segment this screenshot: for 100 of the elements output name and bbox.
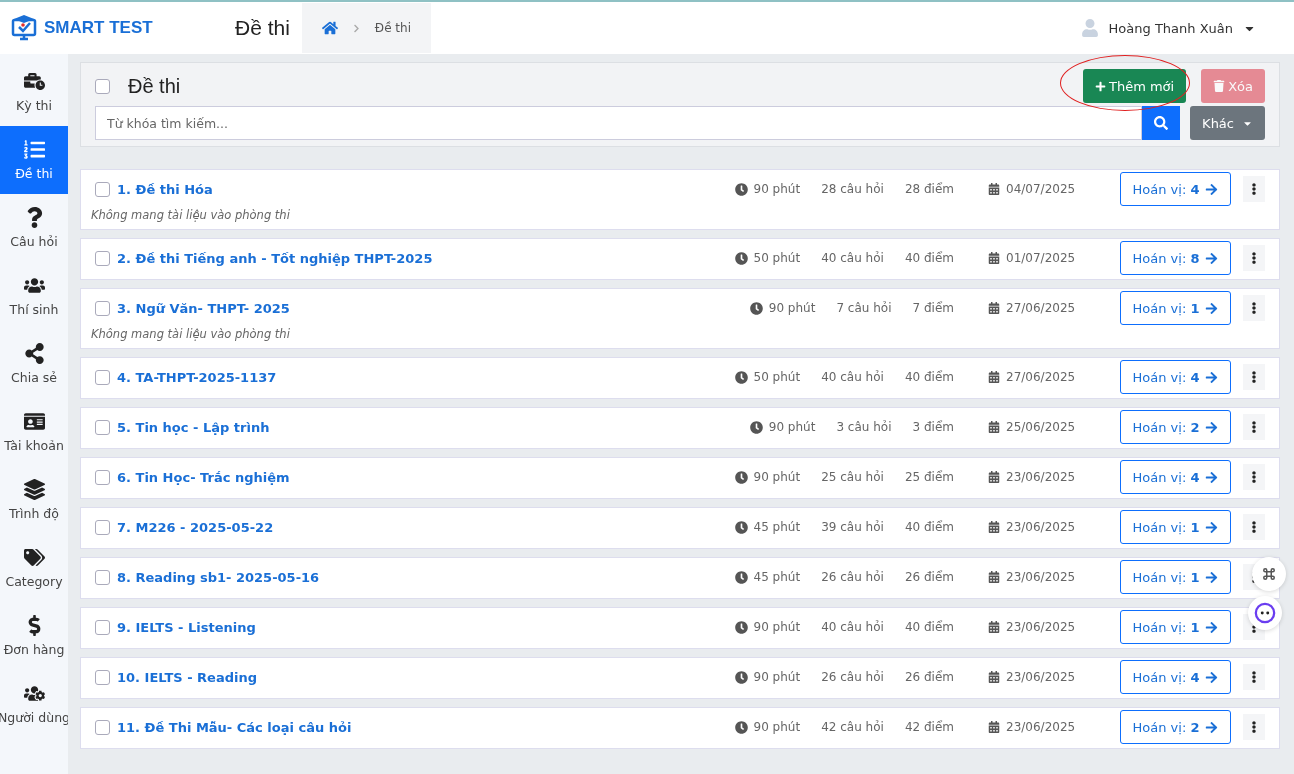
exam-title[interactable]: 6. Tin Học- Trắc nghiệm — [117, 469, 735, 485]
exam-note: Không mang tài liệu vào phòng thi — [91, 327, 291, 341]
clock-icon — [734, 370, 748, 384]
exam-checkbox[interactable] — [95, 300, 110, 316]
exam-checkbox[interactable] — [95, 569, 110, 585]
sidebar-item[interactable]: Đơn hàng — [0, 602, 68, 670]
points-text: 26 điểm — [904, 670, 954, 684]
select-all-checkbox[interactable] — [95, 78, 110, 94]
duration-text: 90 phút — [749, 301, 816, 315]
exam-checkbox[interactable] — [95, 619, 110, 635]
calendar-icon — [988, 671, 1000, 683]
question-count: 40 câu hỏi — [821, 251, 884, 265]
exam-title[interactable]: 9. IELTS - Listening — [117, 619, 735, 635]
exam-title[interactable]: 4. TA-THPT-2025-1137 — [117, 369, 735, 385]
more-options-button[interactable] — [1243, 176, 1265, 202]
exam-title[interactable]: 8. Reading sb1- 2025-05-16 — [117, 569, 735, 585]
question-count: 40 câu hỏi — [821, 620, 884, 634]
more-options-button[interactable] — [1243, 464, 1265, 490]
sidebar-item[interactable]: Category — [0, 534, 68, 602]
permutation-button[interactable]: Hoán vị: 4 — [1120, 660, 1231, 694]
calendar-icon — [988, 371, 1000, 383]
sidebar-item[interactable]: Chia sẻ — [0, 330, 68, 398]
sidebar-item[interactable]: Câu hỏi — [0, 194, 68, 262]
question-count: 3 câu hỏi — [836, 420, 892, 434]
brand-name: SMART TEST — [44, 18, 153, 38]
list-icon — [23, 139, 45, 160]
question-count: 28 câu hỏi — [821, 182, 884, 196]
permutation-button[interactable]: Hoán vị: 2 — [1120, 710, 1231, 744]
sidebar-item[interactable]: Thí sinh — [0, 262, 68, 330]
sidebar-item[interactable]: Trình độ — [0, 466, 68, 534]
exam-checkbox[interactable] — [95, 369, 110, 385]
permutation-button[interactable]: Hoán vị: 1 — [1120, 610, 1231, 644]
permutation-button[interactable]: Hoán vị: 2 — [1120, 410, 1231, 444]
exam-title[interactable]: 5. Tin học - Lập trình — [117, 419, 750, 435]
id-card-icon — [23, 411, 45, 432]
more-options-button[interactable] — [1243, 295, 1265, 321]
permutation-button[interactable]: Hoán vị: 1 — [1120, 510, 1231, 544]
clock-icon — [734, 520, 748, 534]
duration-text: 45 phút — [734, 570, 801, 584]
exam-checkbox[interactable] — [95, 250, 110, 266]
points-text: 7 điểm — [912, 301, 954, 315]
kebab-icon — [1249, 721, 1259, 733]
more-options-button[interactable] — [1243, 514, 1265, 540]
exam-checkbox[interactable] — [95, 419, 110, 435]
question-count: 26 câu hỏi — [821, 670, 884, 684]
kebab-icon — [1249, 421, 1259, 433]
exam-checkbox[interactable] — [95, 719, 110, 735]
users-icon — [23, 275, 45, 296]
plus-icon — [1094, 80, 1106, 92]
exam-title[interactable]: 2. Đề thi Tiếng anh - Tốt nghiệp THPT-2025 — [117, 250, 735, 266]
more-options-button[interactable] — [1243, 414, 1265, 440]
permutation-button[interactable]: Hoán vị: 1 — [1120, 560, 1231, 594]
points-text: 42 điểm — [904, 720, 954, 734]
sidebar-item[interactable]: Kỳ thi — [0, 58, 68, 126]
exam-checkbox[interactable] — [95, 519, 110, 535]
sidebar-label: Đề thi — [15, 166, 53, 181]
more-button[interactable]: Khác — [1190, 106, 1265, 140]
date-text: 25/06/2025 — [988, 420, 1076, 434]
permutation-button[interactable]: Hoán vị: 1 — [1120, 291, 1231, 325]
user-name[interactable]: Hoàng Thanh Xuân — [1108, 20, 1233, 36]
add-button[interactable]: Thêm mới — [1082, 69, 1187, 103]
search-field[interactable]: Từ khóa tìm kiếm... — [95, 106, 1143, 140]
permutation-button[interactable]: Hoán vị: 8 — [1120, 241, 1231, 275]
home-icon[interactable] — [321, 20, 338, 36]
exam-title[interactable]: 1. Đề thi Hóa — [117, 181, 735, 197]
search-button[interactable] — [1142, 106, 1181, 140]
kebab-icon — [1249, 183, 1259, 195]
date-text: 27/06/2025 — [988, 370, 1076, 384]
exam-title[interactable]: 10. IELTS - Reading — [117, 669, 735, 685]
arrow-right-icon — [1205, 620, 1219, 634]
kebab-icon — [1249, 302, 1259, 314]
exam-checkbox[interactable] — [95, 181, 110, 197]
date-text: 23/06/2025 — [988, 670, 1076, 684]
sidebar-label: Câu hỏi — [10, 234, 58, 249]
exam-checkbox[interactable] — [95, 669, 110, 685]
exam-title[interactable]: 11. Đề Thi Mẫu- Các loại câu hỏi — [117, 719, 735, 735]
exam-title[interactable]: 7. M226 - 2025-05-22 — [117, 519, 735, 535]
more-options-button[interactable] — [1243, 664, 1265, 690]
calendar-icon — [988, 252, 1000, 264]
permutation-button[interactable]: Hoán vị: 4 — [1120, 460, 1231, 494]
sidebar-item[interactable]: Tài khoản — [0, 398, 68, 466]
more-options-button[interactable] — [1243, 714, 1265, 740]
points-text: 40 điểm — [904, 520, 954, 534]
date-text: 27/06/2025 — [988, 301, 1076, 315]
arrow-right-icon — [1205, 570, 1219, 584]
clock-icon — [734, 251, 748, 265]
layers-icon — [23, 479, 45, 500]
permutation-button[interactable]: Hoán vị: 4 — [1120, 172, 1231, 206]
more-options-button[interactable] — [1243, 364, 1265, 390]
briefcase-clock-icon — [23, 71, 45, 92]
permutation-button[interactable]: Hoán vị: 4 — [1120, 360, 1231, 394]
points-text: 40 điểm — [904, 251, 954, 265]
sidebar-item[interactable]: Đề thi — [0, 126, 68, 194]
duration-text: 90 phút — [734, 182, 801, 196]
arrow-right-icon — [1205, 370, 1219, 384]
date-text: 23/06/2025 — [988, 470, 1076, 484]
exam-checkbox[interactable] — [95, 469, 110, 485]
calendar-icon — [988, 183, 1000, 195]
exam-title[interactable]: 3. Ngữ Văn- THPT- 2025 — [117, 300, 750, 316]
more-options-button[interactable] — [1243, 245, 1265, 271]
